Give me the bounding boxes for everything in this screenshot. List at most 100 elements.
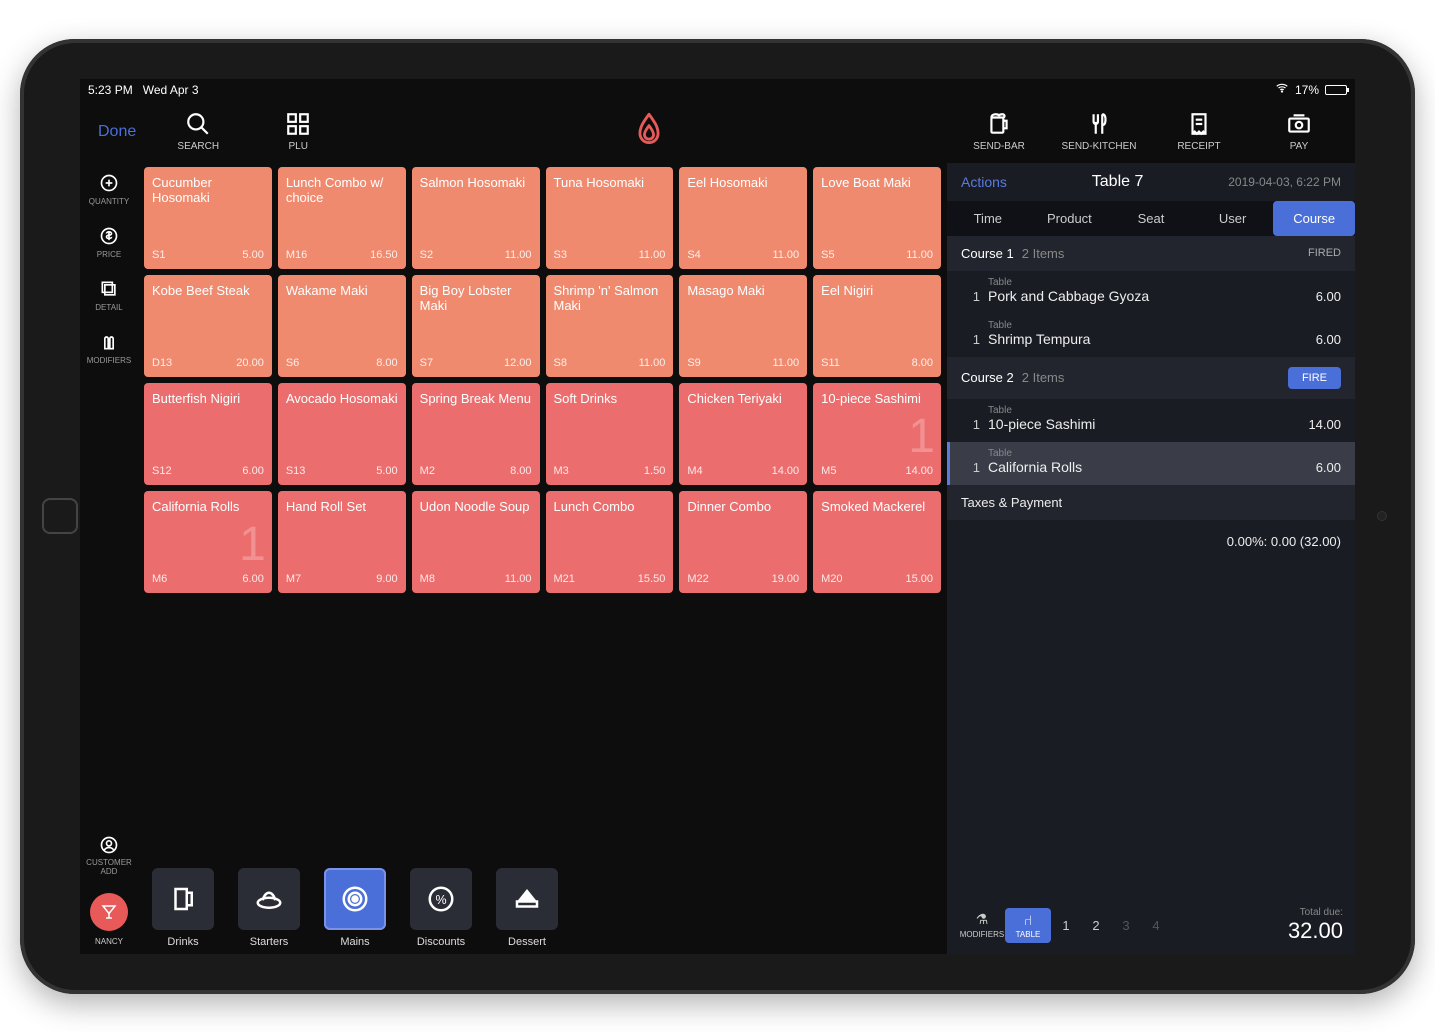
order-line[interactable]: 1 TableCalifornia Rolls 6.00	[947, 442, 1355, 485]
product-tile[interactable]: Love Boat Maki S511.00	[813, 167, 941, 269]
tab-user[interactable]: User	[1192, 201, 1274, 236]
product-code: S3	[554, 249, 567, 262]
price-button[interactable]: PRICE	[80, 216, 138, 269]
battery-icon	[1325, 85, 1347, 95]
product-name: Lunch Combo w/ choice	[286, 175, 398, 206]
product-tile[interactable]: 10-piece Sashimi 1 M514.00	[813, 383, 941, 485]
product-tile[interactable]: Chicken Teriyaki M414.00	[679, 383, 807, 485]
seat-3[interactable]: 3	[1111, 918, 1141, 933]
seat-2[interactable]: 2	[1081, 918, 1111, 933]
receipt-label: RECEIPT	[1177, 141, 1220, 152]
quantity-button[interactable]: QUANTITY	[80, 163, 138, 216]
quantity-label: QUANTITY	[89, 197, 129, 206]
user-circle-icon	[80, 835, 138, 857]
product-price: 11.00	[639, 249, 666, 262]
send-bar-button[interactable]: SEND-BAR	[949, 111, 1049, 152]
product-tile[interactable]: Soft Drinks M31.50	[546, 383, 674, 485]
order-line[interactable]: 1 TableShrimp Tempura 6.00	[947, 314, 1355, 357]
taxes-header[interactable]: Taxes & Payment	[947, 485, 1355, 520]
tab-course[interactable]: Course	[1273, 201, 1355, 236]
send-kitchen-label: SEND-KITCHEN	[1061, 141, 1136, 152]
product-price: 8.00	[510, 465, 531, 478]
product-tile[interactable]: Smoked Mackerel M2015.00	[813, 491, 941, 593]
category-discounts[interactable]: %Discounts	[402, 868, 480, 948]
product-tile[interactable]: Eel Hosomaki S411.00	[679, 167, 807, 269]
product-tile[interactable]: Wakame Maki S68.00	[278, 275, 406, 377]
tab-time[interactable]: Time	[947, 201, 1029, 236]
plu-label: PLU	[289, 141, 308, 152]
actions-button[interactable]: Actions	[961, 174, 1007, 190]
tab-product[interactable]: Product	[1029, 201, 1111, 236]
tablet-frame: 5:23 PM Wed Apr 3 17% Done SEARCH	[20, 39, 1415, 994]
order-header: Actions Table 7 2019-04-03, 6:22 PM	[947, 163, 1355, 201]
product-price: 5.00	[242, 249, 263, 262]
order-line[interactable]: 1 Table10-piece Sashimi 14.00	[947, 399, 1355, 442]
product-name: Kobe Beef Steak	[152, 283, 264, 299]
done-button[interactable]: Done	[86, 123, 148, 141]
pay-button[interactable]: PAY	[1249, 111, 1349, 152]
salt-pepper-icon	[80, 332, 138, 354]
product-tile[interactable]: Cucumber Hosomaki S15.00	[144, 167, 272, 269]
camera	[1377, 511, 1387, 521]
category-mains[interactable]: Mains	[316, 868, 394, 948]
product-code: S7	[420, 357, 433, 370]
seat-4[interactable]: 4	[1141, 918, 1171, 933]
line-sub: Table	[988, 448, 1316, 459]
product-code: S5	[821, 249, 834, 262]
product-tile[interactable]: Lunch Combo M21 15.50	[546, 491, 674, 593]
product-name: Lunch Combo	[554, 499, 666, 515]
product-price: 15.50	[638, 573, 666, 586]
product-tile[interactable]: Hand Roll Set M79.00	[278, 491, 406, 593]
tab-seat[interactable]: Seat	[1110, 201, 1192, 236]
product-tile[interactable]: Kobe Beef Steak D1320.00	[144, 275, 272, 377]
wifi-icon	[1275, 81, 1289, 98]
user-avatar[interactable]	[90, 893, 128, 931]
order-line[interactable]: 1 TablePork and Cabbage Gyoza 6.00	[947, 271, 1355, 314]
product-tile[interactable]: Avocado Hosomaki S135.00	[278, 383, 406, 485]
fire-button[interactable]: FIRE	[1288, 367, 1341, 389]
product-tile[interactable]: Lunch Combo w/ choice M1616.50	[278, 167, 406, 269]
receipt-button[interactable]: RECEIPT	[1149, 111, 1249, 152]
product-tile[interactable]: Dinner Combo M2219.00	[679, 491, 807, 593]
product-code: M21	[554, 573, 575, 586]
product-name: 10-piece Sashimi	[821, 391, 933, 407]
home-button[interactable]	[42, 498, 78, 534]
plu-button[interactable]: PLU	[248, 111, 348, 152]
category-dessert[interactable]: Dessert	[488, 868, 566, 948]
product-tile[interactable]: Big Boy Lobster Maki S712.00	[412, 275, 540, 377]
product-price: 9.00	[376, 573, 397, 586]
status-date: Wed Apr 3	[143, 83, 199, 97]
category-starters[interactable]: Starters	[230, 868, 308, 948]
product-tile[interactable]: Shrimp 'n' Salmon Maki S811.00	[546, 275, 674, 377]
customer-add-button[interactable]: CUSTOMER ADD	[80, 825, 138, 887]
product-tile[interactable]: California Rolls 1 M66.00	[144, 491, 272, 593]
footer-table-button[interactable]: ⑁ TABLE	[1005, 908, 1051, 943]
search-button[interactable]: SEARCH	[148, 111, 248, 152]
category-label: Dessert	[488, 936, 566, 948]
line-name: Pork and Cabbage Gyoza	[988, 288, 1316, 304]
category-drinks[interactable]: Drinks	[144, 868, 222, 948]
course-header[interactable]: Course 1 2 Items FIRED	[947, 236, 1355, 271]
product-tile[interactable]: Butterfish Nigiri S126.00	[144, 383, 272, 485]
send-kitchen-button[interactable]: SEND-KITCHEN	[1049, 111, 1149, 152]
product-tile[interactable]: Masago Maki S911.00	[679, 275, 807, 377]
product-tile[interactable]: Tuna Hosomaki S311.00	[546, 167, 674, 269]
product-tile[interactable]: Salmon Hosomaki S211.00	[412, 167, 540, 269]
salt-pepper-icon: ⚗	[959, 911, 1005, 928]
footer-modifiers-button[interactable]: ⚗ MODIFIERS	[959, 907, 1005, 943]
product-name: Chicken Teriyaki	[687, 391, 799, 407]
detail-button[interactable]: DETAIL	[80, 269, 138, 322]
modifiers-button[interactable]: MODIFIERS	[80, 322, 138, 375]
status-time: 5:23 PM	[88, 83, 133, 97]
product-name: Spring Break Menu	[420, 391, 532, 407]
product-tile[interactable]: Udon Noodle Soup M811.00	[412, 491, 540, 593]
product-tile[interactable]: Spring Break Menu M28.00	[412, 383, 540, 485]
app-logo	[348, 112, 949, 151]
category-row: DrinksStartersMains%Discounts Dessert	[144, 860, 941, 948]
product-price: 6.00	[242, 465, 263, 478]
seat-1[interactable]: 1	[1051, 918, 1081, 933]
product-tile[interactable]: Eel Nigiri S118.00	[813, 275, 941, 377]
category-label: Discounts	[402, 936, 480, 948]
course-header[interactable]: Course 2 2 Items FIRE	[947, 357, 1355, 399]
status-bar: 5:23 PM Wed Apr 3 17%	[80, 79, 1355, 101]
